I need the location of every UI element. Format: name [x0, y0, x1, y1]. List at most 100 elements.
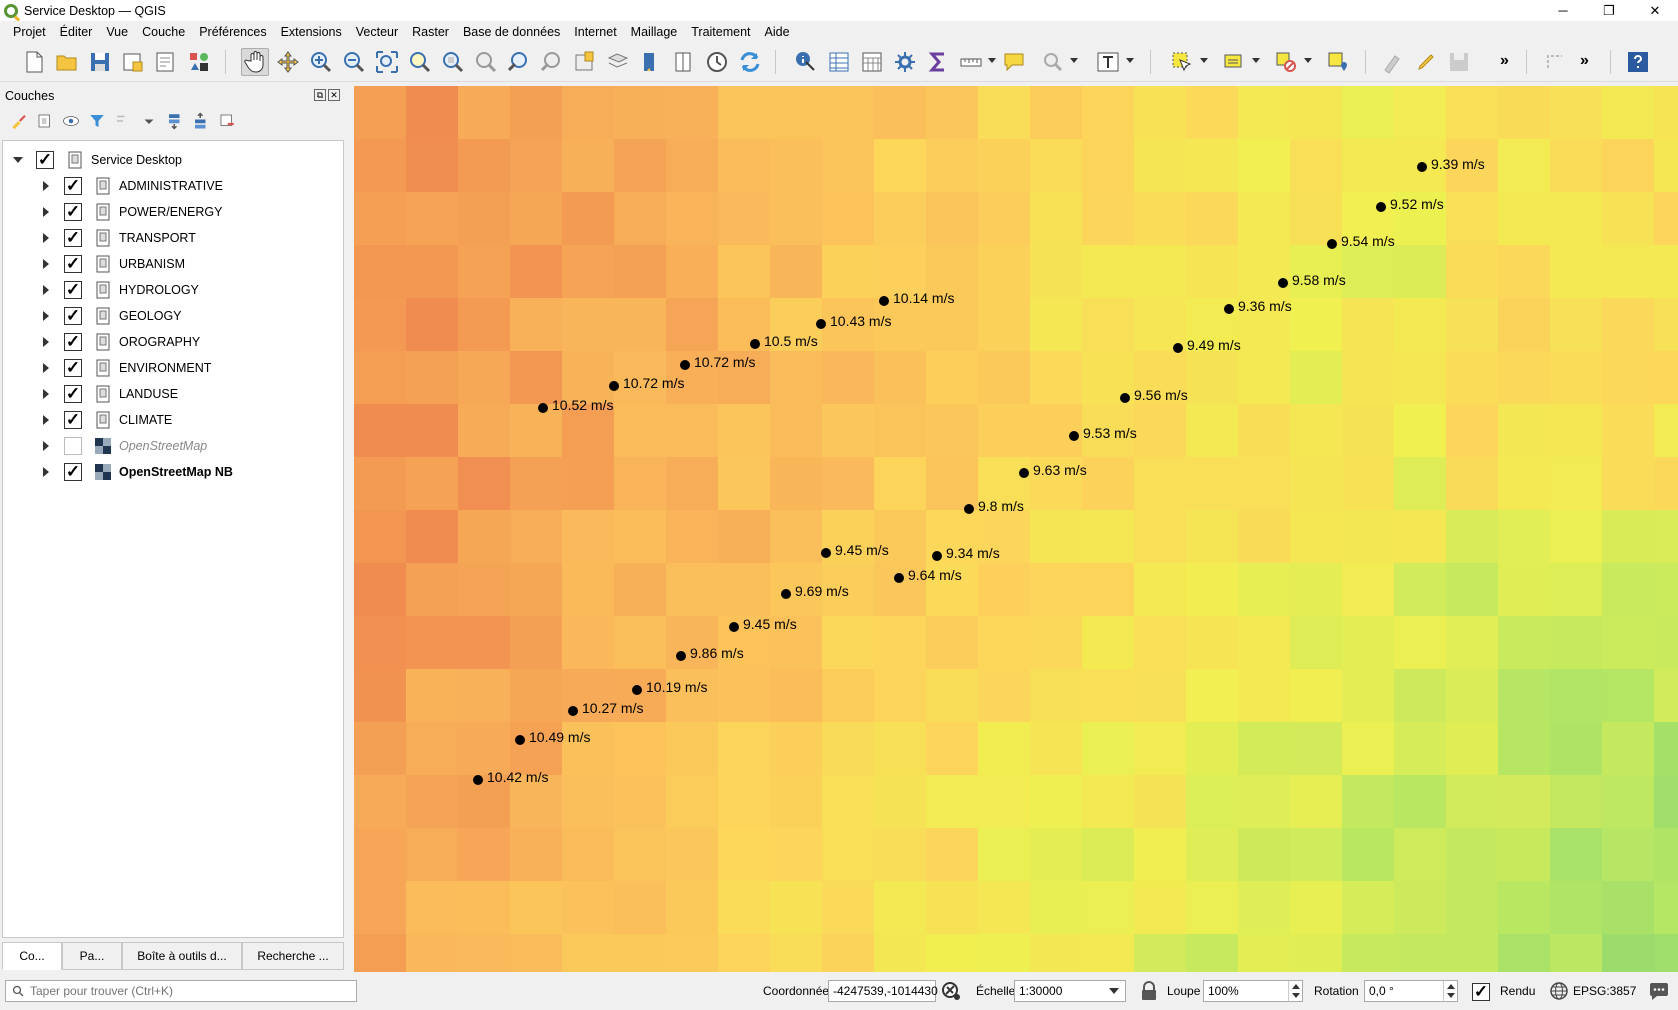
layer-visibility-checkbox[interactable] [64, 437, 82, 455]
menu-base-de-donnees[interactable]: Base de données [456, 25, 567, 39]
layer-visibility-checkbox[interactable]: ✓ [64, 177, 82, 195]
layer-row[interactable]: ✓ OpenStreetMap NB [3, 459, 343, 485]
layer-visibility-checkbox[interactable]: ✓ [64, 229, 82, 247]
layer-styling-icon[interactable] [8, 110, 30, 132]
coordinate-field[interactable]: -4247539,-1014430 [828, 980, 938, 1002]
collapse-arrow-icon[interactable] [13, 157, 23, 163]
new-print-layout-icon[interactable] [119, 48, 147, 76]
pan-to-selection-icon[interactable] [274, 48, 302, 76]
layout-manager-icon[interactable] [152, 48, 180, 76]
map-view-icon[interactable] [670, 48, 698, 76]
zoom-to-selection-icon[interactable] [406, 48, 434, 76]
wind-point-marker[interactable] [1376, 202, 1386, 212]
float-panel-icon[interactable]: ⧉ [314, 89, 326, 101]
show-bookmarks-icon[interactable] [604, 48, 632, 76]
add-group-icon[interactable] [34, 110, 56, 132]
identify-features-icon[interactable] [792, 48, 820, 76]
expand-arrow-icon[interactable] [43, 415, 49, 425]
menu-vue[interactable]: Vue [99, 25, 135, 39]
expand-arrow-icon[interactable] [43, 259, 49, 269]
layer-visibility-checkbox[interactable]: ✓ [64, 333, 82, 351]
wind-point-marker[interactable] [680, 360, 690, 370]
wind-point-marker[interactable] [632, 685, 642, 695]
layer-row[interactable]: ✓ ENVIRONMENT [3, 355, 343, 381]
menu-couche[interactable]: Couche [135, 25, 192, 39]
layer-visibility-checkbox[interactable]: ✓ [64, 307, 82, 325]
wind-point-marker[interactable] [781, 589, 791, 599]
filter-legend-icon[interactable] [86, 110, 108, 132]
field-calculator-icon[interactable] [858, 48, 886, 76]
map-tips-icon[interactable] [1000, 48, 1028, 76]
wind-point-marker[interactable] [821, 548, 831, 558]
tab-parcourir[interactable]: Pa... [62, 942, 122, 970]
temporal-controller-icon[interactable] [703, 48, 731, 76]
expand-arrow-icon[interactable] [43, 389, 49, 399]
toggle-editing-icon[interactable] [1412, 48, 1440, 76]
magnifier-spinbox[interactable]: 100% [1203, 980, 1303, 1002]
wind-point-marker[interactable] [473, 775, 483, 785]
tab-recherche[interactable]: Recherche ... [242, 942, 344, 970]
wind-point-marker[interactable] [750, 339, 760, 349]
minimize-button[interactable]: ─ [1540, 0, 1586, 21]
remove-layer-icon[interactable] [216, 110, 238, 132]
wind-point-marker[interactable] [816, 319, 826, 329]
tab-processing-toolbox[interactable]: Boîte à outils d... [122, 942, 242, 970]
manage-map-themes-icon[interactable] [60, 110, 82, 132]
wind-point-marker[interactable] [538, 403, 548, 413]
lock-scale-icon[interactable] [1138, 980, 1160, 1002]
save-project-icon[interactable] [86, 48, 114, 76]
toggle-coordinate-display-icon[interactable] [940, 980, 962, 1002]
menu-editer[interactable]: Éditer [53, 25, 100, 39]
menu-projet[interactable]: Projet [6, 25, 53, 39]
collapse-all-icon[interactable] [190, 110, 212, 132]
layer-row[interactable]: OpenStreetMap [3, 433, 343, 459]
locator-icon[interactable] [1039, 48, 1067, 76]
expand-arrow-icon[interactable] [43, 337, 49, 347]
layer-root-row[interactable]: ✓ Service Desktop [3, 147, 343, 173]
menu-aide[interactable]: Aide [758, 25, 797, 39]
shape-digitizing-icon[interactable] [1542, 48, 1570, 76]
open-project-icon[interactable] [53, 48, 81, 76]
style-manager-icon[interactable] [185, 48, 213, 76]
wind-point-marker[interactable] [729, 622, 739, 632]
layer-row[interactable]: ✓ URBANISM [3, 251, 343, 277]
layer-visibility-checkbox[interactable]: ✓ [64, 203, 82, 221]
text-annotation-icon[interactable] [1094, 48, 1122, 76]
select-by-location-icon[interactable] [1324, 48, 1352, 76]
zoom-to-layer-icon[interactable] [439, 48, 467, 76]
menu-extensions[interactable]: Extensions [274, 25, 349, 39]
expand-arrow-icon[interactable] [43, 181, 49, 191]
wind-point-marker[interactable] [1278, 278, 1288, 288]
zoom-last-icon[interactable] [505, 48, 533, 76]
deselect-features-icon[interactable] [1272, 48, 1300, 76]
attribute-table-icon[interactable] [825, 48, 853, 76]
layer-root-checkbox[interactable]: ✓ [36, 151, 54, 169]
expand-all-icon[interactable] [164, 110, 186, 132]
wind-point-marker[interactable] [1224, 304, 1234, 314]
filter-dropdown-icon[interactable] [138, 110, 160, 132]
layer-visibility-checkbox[interactable]: ✓ [64, 281, 82, 299]
layer-row[interactable]: ✓ CLIMATE [3, 407, 343, 433]
close-panel-icon[interactable]: ✕ [328, 89, 340, 101]
menu-maillage[interactable]: Maillage [624, 25, 685, 39]
layer-visibility-checkbox[interactable]: ✓ [64, 359, 82, 377]
crs-label[interactable]: EPSG:3857 [1573, 984, 1636, 998]
rotation-spinbox[interactable]: 0,0 ° [1364, 980, 1458, 1002]
expand-arrow-icon[interactable] [43, 311, 49, 321]
menu-internet[interactable]: Internet [567, 25, 623, 39]
wind-point-marker[interactable] [964, 504, 974, 514]
zoom-next-icon[interactable] [538, 48, 566, 76]
layer-row[interactable]: ✓ OROGRAPHY [3, 329, 343, 355]
layer-row[interactable]: ✓ POWER/ENERGY [3, 199, 343, 225]
wind-point-marker[interactable] [609, 381, 619, 391]
expand-arrow-icon[interactable] [43, 363, 49, 373]
zoom-native-icon[interactable] [472, 48, 500, 76]
wind-point-marker[interactable] [1019, 468, 1029, 478]
layer-visibility-checkbox[interactable]: ✓ [64, 411, 82, 429]
processing-toolbox-icon[interactable] [891, 48, 919, 76]
new-project-icon[interactable] [20, 48, 48, 76]
wind-point-marker[interactable] [676, 651, 686, 661]
wind-point-marker[interactable] [1120, 393, 1130, 403]
menu-traitement[interactable]: Traitement [684, 25, 757, 39]
restore-button[interactable]: ❐ [1586, 0, 1632, 21]
